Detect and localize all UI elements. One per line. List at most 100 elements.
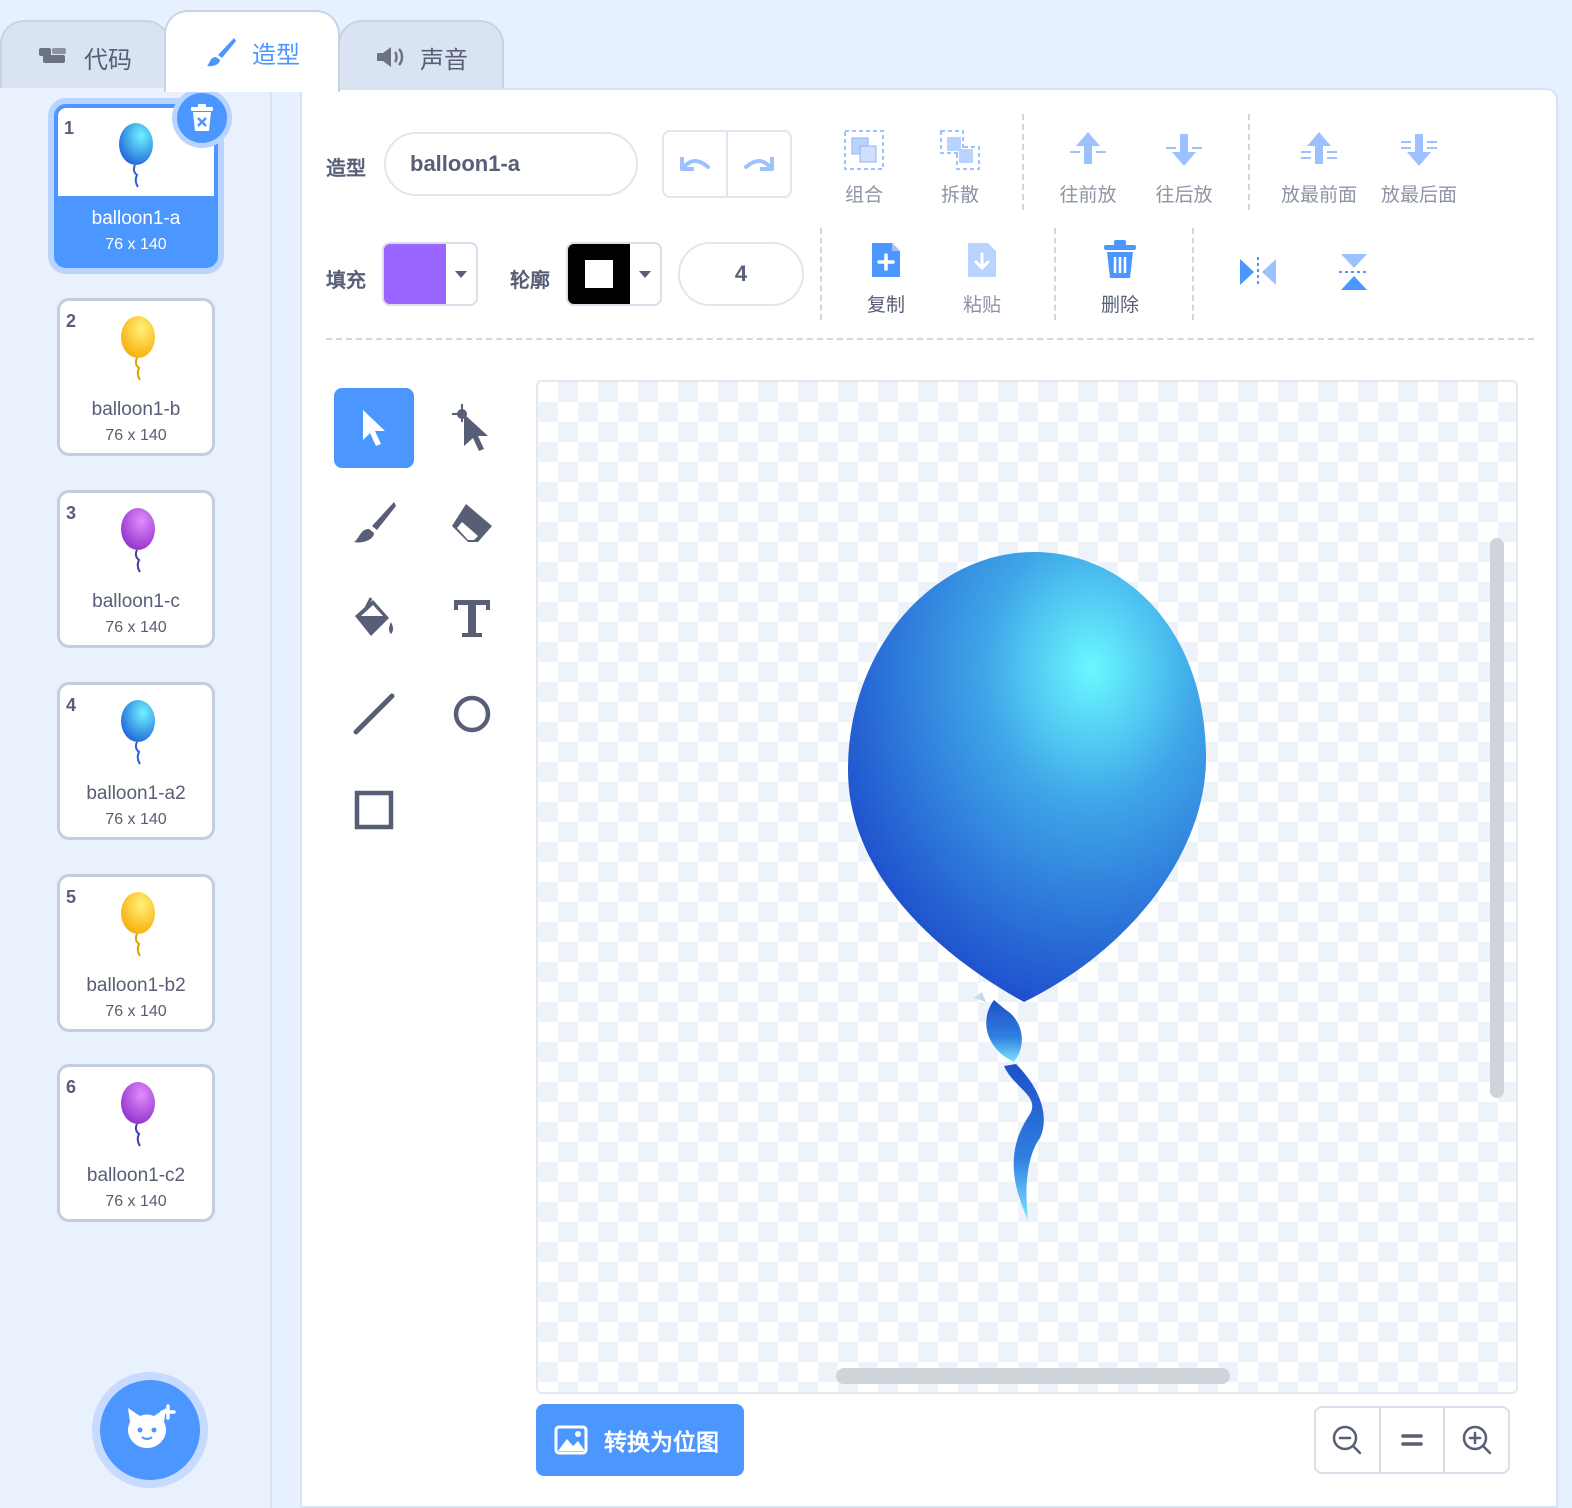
costume-item-2[interactable]: 2 balloon1-b 76 x 140 [57, 298, 215, 456]
copy-icon [872, 243, 900, 277]
divider [1054, 228, 1056, 320]
costume-item-6[interactable]: 6 balloon1-c2 76 x 140 [57, 1064, 215, 1222]
arrow-up-icon [1070, 132, 1106, 164]
costume-item-5[interactable]: 5 balloon1-b2 76 x 140 [57, 874, 215, 1032]
undo-button[interactable] [664, 132, 728, 196]
ungroup-label: 拆散 [940, 185, 979, 206]
costume-name: balloon1-a2 [86, 783, 186, 804]
line-icon [353, 693, 395, 735]
balloon-thumbnail [121, 1082, 155, 1147]
paste-button[interactable]: 粘贴 [932, 234, 1032, 317]
costume-name-input[interactable]: balloon1-a [384, 132, 638, 196]
ungroup-icon [940, 130, 980, 170]
tab-costumes[interactable]: 造型 [164, 10, 340, 92]
group-label: 组合 [844, 185, 883, 206]
backward-button[interactable]: 往后放 [1134, 124, 1234, 207]
rectangle-tool[interactable] [334, 770, 414, 850]
fill-color-picker[interactable] [382, 242, 478, 306]
circle-tool[interactable] [432, 674, 512, 754]
costume-size: 76 x 140 [105, 427, 167, 444]
costume-size: 76 x 140 [105, 1193, 167, 1210]
eraser-tool[interactable] [432, 482, 512, 562]
fill-label: 填充 [326, 270, 366, 292]
delete-label: 删除 [1100, 295, 1139, 316]
brush-icon [207, 38, 236, 67]
trash-icon [191, 104, 213, 131]
fill-swatch [384, 244, 446, 304]
reshape-tool[interactable] [432, 388, 512, 468]
tab-code[interactable]: 代码 [0, 20, 170, 92]
costume-name: balloon1-c [92, 591, 180, 612]
costume-number: 4 [66, 695, 77, 715]
editor-tabs: 代码 声音 造型 [0, 0, 1572, 92]
delete-button[interactable]: 删除 [1070, 234, 1170, 317]
chevron-down-icon [455, 271, 467, 278]
balloon-thumbnail [121, 700, 155, 765]
zoom-in-icon [1462, 1425, 1491, 1455]
toolbar-divider [326, 338, 1534, 340]
tab-sounds[interactable]: 声音 [338, 20, 504, 92]
zoom-in-button[interactable] [1443, 1408, 1508, 1472]
paint-bucket-icon [355, 597, 393, 636]
costume-name: balloon1-c2 [86, 1165, 186, 1186]
cat-add-icon [128, 1404, 176, 1448]
divider [1022, 114, 1024, 210]
outline-label: 轮廓 [510, 270, 550, 292]
text-tool[interactable] [432, 578, 512, 658]
zoom-out-button[interactable] [1316, 1408, 1379, 1472]
undo-icon [680, 157, 710, 171]
costume-item-4[interactable]: 4 balloon1-a2 76 x 140 [57, 682, 215, 840]
circle-icon [453, 695, 491, 733]
choose-costume-button[interactable] [100, 1380, 200, 1480]
costume-item-3[interactable]: 3 balloon1-c 76 x 140 [57, 490, 215, 648]
redo-icon [744, 157, 774, 171]
balloon-thumbnail [121, 316, 155, 381]
flip-horizontal-button[interactable] [1230, 250, 1286, 294]
costume-name-label: 造型 [326, 158, 366, 180]
brush-tool[interactable] [334, 482, 414, 562]
divider [1248, 114, 1250, 210]
chevron-down-icon [639, 271, 651, 278]
backward-label: 往后放 [1155, 185, 1213, 206]
costume-size: 76 x 140 [105, 619, 167, 636]
group-button[interactable]: 组合 [814, 124, 914, 207]
select-tool[interactable] [334, 388, 414, 468]
costume-name: balloon1-a [91, 208, 181, 229]
back-button[interactable]: 放最后面 [1364, 124, 1474, 207]
text-icon [454, 600, 490, 637]
paint-editor: 造型 balloon1-a 组合 拆散 往前放 往后放 放最前面 放最后面 填充… [300, 88, 1558, 1508]
undo-redo-group [662, 130, 792, 198]
eraser-icon [452, 504, 492, 542]
ungroup-button[interactable]: 拆散 [910, 124, 1010, 207]
outline-color-picker[interactable] [566, 242, 662, 306]
costume-number: 6 [66, 1077, 77, 1097]
delete-costume-button[interactable] [172, 88, 232, 148]
costume-size: 76 x 140 [105, 236, 167, 253]
outline-width-input[interactable]: 4 [678, 242, 804, 306]
speaker-icon [377, 47, 404, 67]
redo-button[interactable] [728, 132, 790, 196]
tab-sounds-label: 声音 [420, 46, 468, 74]
costume-size: 76 x 140 [105, 1003, 167, 1020]
costume-name: balloon1-b2 [86, 975, 186, 996]
flip-vertical-button[interactable] [1326, 246, 1382, 298]
back-label: 放最后面 [1380, 185, 1457, 206]
costume-name-value: balloon1-a [410, 151, 521, 176]
paint-canvas[interactable] [536, 380, 1518, 1394]
vertical-scrollbar[interactable] [1490, 538, 1504, 1098]
copy-button[interactable]: 复制 [836, 234, 936, 317]
code-icon [39, 48, 66, 63]
front-button[interactable]: 放最前面 [1264, 124, 1374, 207]
zoom-reset-button[interactable] [1378, 1408, 1444, 1472]
horizontal-scrollbar[interactable] [836, 1368, 1230, 1384]
forward-button[interactable]: 往前放 [1038, 124, 1138, 207]
costume-number: 2 [66, 311, 77, 331]
convert-to-bitmap-button[interactable]: 转换为位图 [536, 1404, 744, 1476]
line-tool[interactable] [334, 674, 414, 754]
fill-tool[interactable] [334, 578, 414, 658]
equals-icon [1401, 1434, 1423, 1446]
forward-label: 往前放 [1059, 185, 1117, 206]
paste-icon [968, 243, 996, 277]
outline-width-value: 4 [734, 261, 748, 286]
flip-vertical-icon [1339, 254, 1369, 290]
